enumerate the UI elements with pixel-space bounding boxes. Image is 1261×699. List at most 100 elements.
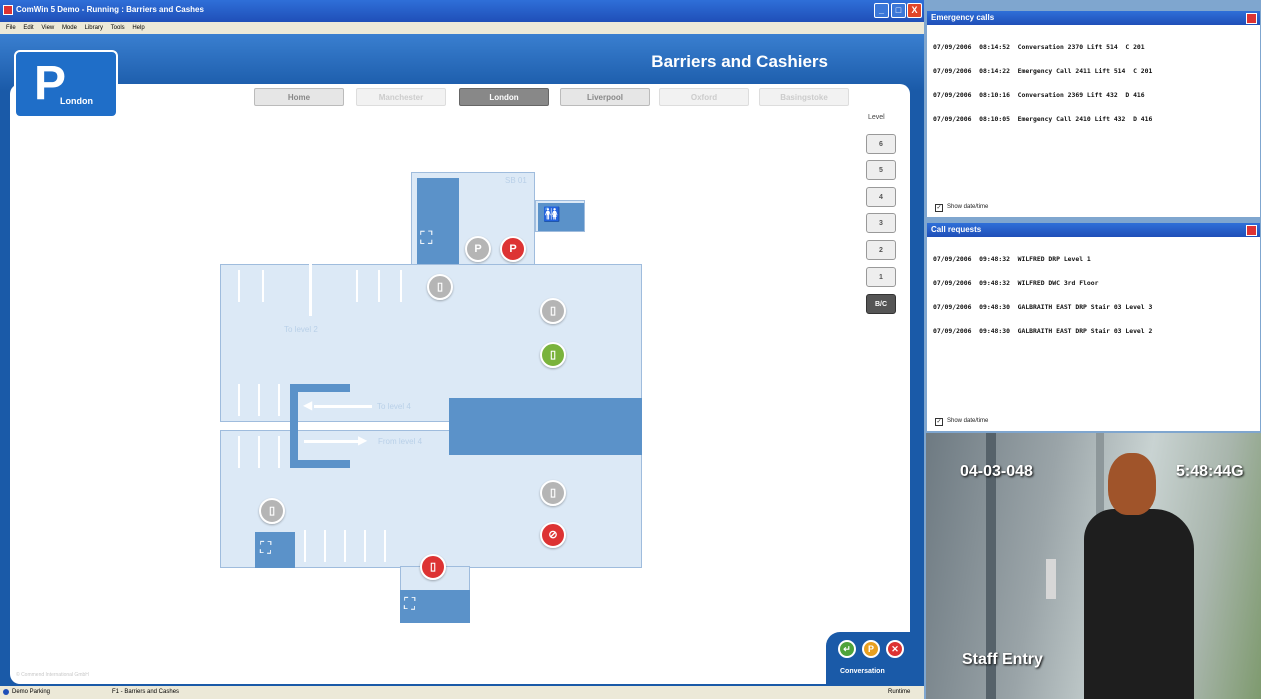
log-line[interactable]: 07/09/2006 09:48:32 WILFRED DRP Level 1 xyxy=(933,255,1152,263)
log-line[interactable]: 07/09/2006 08:10:16 Conversation 2369 Li… xyxy=(933,91,1152,99)
tab-liverpool[interactable]: Liverpool xyxy=(560,88,650,106)
call-requests-log: 07/09/2006 09:48:32 WILFRED DRP Level 1 … xyxy=(933,239,1152,351)
person-head xyxy=(1108,453,1156,515)
log-line[interactable]: 07/09/2006 09:48:30 GALBRAITH EAST DRP S… xyxy=(933,303,1152,311)
checkbox-icon[interactable]: ✓ xyxy=(935,418,943,426)
park-call-button[interactable]: P xyxy=(862,640,880,658)
ramp-wall-top xyxy=(290,384,350,392)
to-level-2-label: To level 2 xyxy=(284,325,318,334)
menu-view[interactable]: View xyxy=(41,22,54,34)
no-entry-icon[interactable]: ⊘ xyxy=(540,522,566,548)
parking-stripe xyxy=(324,530,326,562)
parking-stripe xyxy=(304,530,306,562)
level-3-button[interactable]: 3 xyxy=(866,213,896,233)
log-line[interactable]: 07/09/2006 09:48:30 GALBRAITH EAST DRP S… xyxy=(933,327,1152,335)
camera-feed[interactable]: 04-03-048 5:48:44G Staff Entry xyxy=(926,433,1261,699)
parking-p-icon[interactable]: P xyxy=(465,236,491,262)
ramp-wall-left xyxy=(290,384,298,468)
close-icon[interactable] xyxy=(1246,13,1257,24)
log-line[interactable]: 07/09/2006 08:10:05 Emergency Call 2410 … xyxy=(933,115,1152,123)
close-icon[interactable] xyxy=(1246,225,1257,236)
tab-manchester[interactable]: Manchester xyxy=(356,88,446,106)
log-line[interactable]: 07/09/2006 08:14:22 Emergency Call 2411 … xyxy=(933,67,1152,75)
show-datetime-label: Show date/time xyxy=(947,204,989,210)
maximize-button[interactable]: □ xyxy=(891,3,906,18)
parking-stripe xyxy=(262,270,264,302)
tab-oxford[interactable]: Oxford xyxy=(659,88,749,106)
checkbox-icon[interactable]: ✓ xyxy=(935,204,943,212)
parking-p-alarm-icon[interactable]: P xyxy=(500,236,526,262)
intercom-icon[interactable]: ▯ xyxy=(540,298,566,324)
parking-stripe xyxy=(384,530,386,562)
status-page: F1 - Barriers and Cashes xyxy=(112,689,180,695)
page-title: Barriers and Cashiers xyxy=(651,52,828,71)
level-2-button[interactable]: 2 xyxy=(866,240,896,260)
arrow-head-icon: ▶ xyxy=(358,433,368,447)
camera-time: 5:48:44G xyxy=(1176,463,1244,480)
copyright: © Commend International GmbH xyxy=(16,672,89,678)
emergency-calls-panel: Emergency calls 07/09/2006 08:14:52 Conv… xyxy=(926,10,1261,218)
level-4-button[interactable]: 4 xyxy=(866,187,896,207)
logo-city: London xyxy=(60,96,93,106)
intercom-icon[interactable]: ▯ xyxy=(540,480,566,506)
menu-bar: File Edit View Mode Library Tools Help xyxy=(0,22,924,34)
arrow-head-icon: ▲ xyxy=(302,232,318,249)
parking-stripe xyxy=(278,384,280,416)
parking-stripe xyxy=(238,384,240,416)
tab-home[interactable]: Home xyxy=(254,88,344,106)
arrow-head-icon: ◀ xyxy=(303,398,313,412)
end-call-button[interactable]: ✕ xyxy=(886,640,904,658)
ramp-block xyxy=(449,398,642,455)
show-datetime-label: Show date/time xyxy=(947,418,989,424)
panel-title: Emergency calls xyxy=(927,11,1260,25)
level-1-button[interactable]: 1 xyxy=(866,267,896,287)
show-datetime-checkbox[interactable]: ✓ Show date/time xyxy=(935,418,988,426)
right-arrow xyxy=(304,440,362,443)
menu-edit[interactable]: Edit xyxy=(23,22,33,34)
log-line[interactable]: 07/09/2006 08:14:52 Conversation 2370 Li… xyxy=(933,43,1152,51)
app-icon xyxy=(3,5,13,15)
parking-stripe xyxy=(238,270,240,302)
menu-file[interactable]: File xyxy=(6,22,16,34)
minimize-button[interactable]: _ xyxy=(874,3,889,18)
level-6-button[interactable]: 6 xyxy=(866,134,896,154)
menu-help[interactable]: Help xyxy=(132,22,144,34)
accept-call-button[interactable]: ↵ xyxy=(838,640,856,658)
intercom-icon[interactable]: ▯ xyxy=(427,274,453,300)
title-bar: ComWin 5 Demo - Running : Barriers and C… xyxy=(0,0,924,22)
level-bc-button[interactable]: B/C xyxy=(866,294,896,314)
site-logo: P London xyxy=(14,50,118,118)
show-datetime-checkbox[interactable]: ✓ Show date/time xyxy=(935,204,988,212)
close-button[interactable]: X xyxy=(907,3,922,18)
menu-tools[interactable]: Tools xyxy=(111,22,125,34)
parking-stripe xyxy=(364,530,366,562)
emergency-log: 07/09/2006 08:14:52 Conversation 2370 Li… xyxy=(933,27,1152,139)
main-window: ComWin 5 Demo - Running : Barriers and C… xyxy=(0,0,924,699)
status-bar: Demo Parking F1 - Barriers and Cashes Ru… xyxy=(0,686,924,699)
intercom-icon[interactable]: ▯ xyxy=(259,498,285,524)
stairs-icon: ⛶ xyxy=(420,228,433,248)
menu-library[interactable]: Library xyxy=(85,22,103,34)
status-indicator-icon xyxy=(3,689,9,695)
restroom-icon: 🚻 xyxy=(543,206,561,222)
status-mode: Runtime xyxy=(888,689,911,695)
parking-stripe xyxy=(356,270,358,302)
menu-mode[interactable]: Mode xyxy=(62,22,77,34)
from-level-4-label: From level 4 xyxy=(378,437,423,446)
intercom-alarm-icon[interactable]: ▯ xyxy=(420,554,446,580)
intercom-active-icon[interactable]: ▯ xyxy=(540,342,566,368)
panel-title: Call requests xyxy=(927,223,1260,237)
log-line[interactable]: 07/09/2006 09:48:32 WILFRED DWC 3rd Floo… xyxy=(933,279,1152,287)
conversation-label: Conversation xyxy=(840,668,885,675)
door-handle xyxy=(1046,559,1056,599)
level-5-button[interactable]: 5 xyxy=(866,160,896,180)
window-title: ComWin 5 Demo - Running : Barriers and C… xyxy=(16,5,204,14)
person-figure xyxy=(1078,453,1198,699)
camera-caption: Staff Entry xyxy=(962,651,1043,668)
parking-stripe xyxy=(258,436,260,468)
tab-basingstoke[interactable]: Basingstoke xyxy=(759,88,849,106)
stairwell-top xyxy=(417,178,459,264)
tab-london[interactable]: London xyxy=(459,88,549,106)
area-code-label: SB 01 xyxy=(505,176,527,185)
person-body xyxy=(1084,509,1194,699)
